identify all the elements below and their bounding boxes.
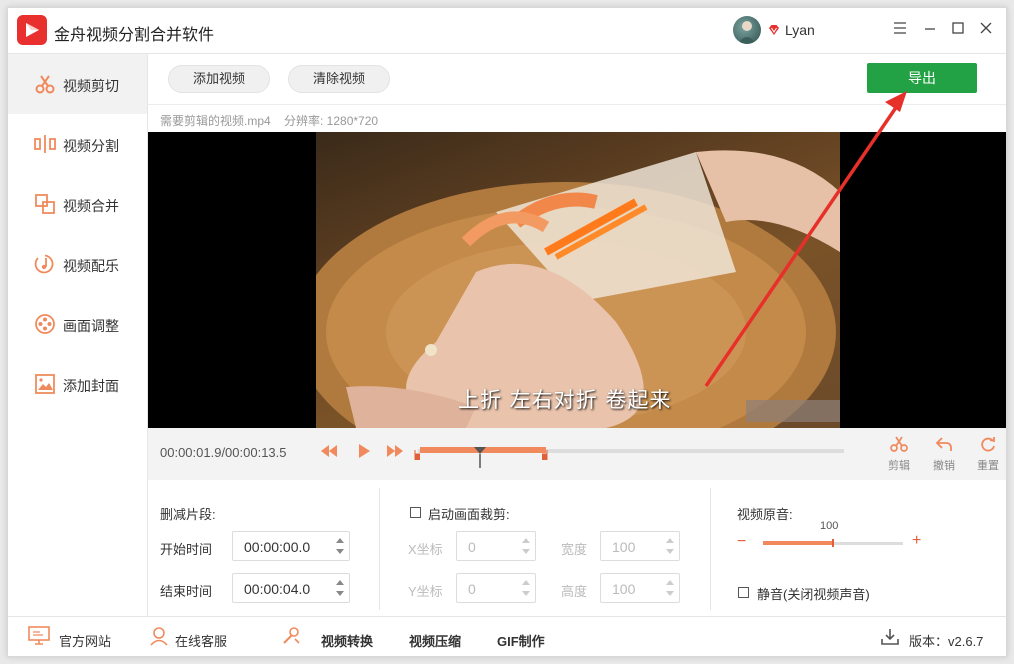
undo-icon xyxy=(935,437,952,451)
footer-bar: 官方网站 在线客服 视频转换 视频压缩 GIF制作 版本：v2.6.7 xyxy=(8,616,1006,656)
fast-forward-icon[interactable] xyxy=(386,442,404,460)
footer-support-link[interactable]: 在线客服 xyxy=(175,631,227,650)
time-display: 00:00:01.9/00:00:13.5 xyxy=(160,445,287,460)
version-label: 版本：v2.6.7 xyxy=(909,634,984,649)
y-coord-label: Y坐标 xyxy=(408,584,443,599)
delete-segment-title: 删减片段: xyxy=(160,507,216,522)
download-icon xyxy=(881,629,899,645)
reset-button[interactable]: 重置 xyxy=(973,436,1003,473)
height-value: 100 xyxy=(612,581,636,597)
volume-increase-button[interactable]: + xyxy=(912,532,921,550)
selection-start-handle[interactable] xyxy=(412,450,420,460)
play-icon[interactable] xyxy=(357,442,371,460)
width-label: 宽度 xyxy=(561,542,588,557)
stepper-arrows-icon[interactable] xyxy=(520,577,532,599)
mute-label[interactable]: 静音(关闭视频声音) xyxy=(757,584,870,603)
x-coord-value: 0 xyxy=(468,539,476,555)
end-time-input[interactable]: 00:00:04.0 xyxy=(232,573,350,603)
start-time-input[interactable]: 00:00:00.0 xyxy=(232,531,350,561)
refresh-icon xyxy=(981,437,995,452)
stepper-arrows-icon[interactable] xyxy=(520,535,532,557)
divider xyxy=(710,488,711,610)
footer-convert-link[interactable]: 视频转换 xyxy=(321,631,373,650)
playhead[interactable] xyxy=(473,446,487,468)
x-coord-label: X坐标 xyxy=(408,542,443,557)
undo-label: 撤销 xyxy=(933,460,955,472)
stepper-arrows-icon[interactable] xyxy=(664,577,676,599)
original-audio-title: 视频原音: xyxy=(737,507,793,522)
cut-tool-button[interactable]: 剪辑 xyxy=(884,436,914,473)
footer-compress-link[interactable]: 视频压缩 xyxy=(409,631,461,650)
selection-end-handle[interactable] xyxy=(542,450,550,460)
stepper-arrows-icon[interactable] xyxy=(664,535,676,557)
customer-service-icon xyxy=(150,627,168,646)
divider xyxy=(379,488,380,610)
monitor-icon xyxy=(28,626,50,645)
stepper-arrows-icon[interactable] xyxy=(334,577,346,599)
x-coord-input[interactable]: 0 xyxy=(456,531,536,561)
crop-enable-checkbox[interactable] xyxy=(410,507,421,518)
start-time-label: 开始时间 xyxy=(160,542,213,557)
reset-label: 重置 xyxy=(977,460,999,472)
y-coord-input[interactable]: 0 xyxy=(456,573,536,603)
crop-enable-label[interactable]: 启动画面裁剪: xyxy=(428,504,510,523)
height-label: 高度 xyxy=(561,584,588,599)
volume-slider-fill xyxy=(763,541,833,545)
volume-value: 100 xyxy=(820,520,839,532)
y-coord-value: 0 xyxy=(468,581,476,597)
footer-gif-link[interactable]: GIF制作 xyxy=(497,631,545,650)
undo-button[interactable]: 撤销 xyxy=(929,436,959,473)
stepper-arrows-icon[interactable] xyxy=(334,535,346,557)
rewind-icon[interactable] xyxy=(320,442,338,460)
height-input[interactable]: 100 xyxy=(600,573,680,603)
volume-decrease-button[interactable]: − xyxy=(737,533,746,551)
timeline-bar: 00:00:01.9/00:00:13.5 剪辑 撤销 重置 xyxy=(148,428,1006,480)
mute-checkbox[interactable] xyxy=(738,587,749,598)
end-time-label: 结束时间 xyxy=(160,584,213,599)
start-time-value: 00:00:00.0 xyxy=(244,539,311,555)
app-window: 金舟视频分割合并软件 Lyan 视频剪切 视频分割 视频合并 视频配乐 画面调整… xyxy=(7,7,1007,657)
scissors-icon xyxy=(890,436,908,452)
footer-website-link[interactable]: 官方网站 xyxy=(59,631,111,650)
cut-tool-label: 剪辑 xyxy=(888,460,910,472)
tools-icon xyxy=(283,627,300,644)
end-time-value: 00:00:04.0 xyxy=(244,581,311,597)
width-value: 100 xyxy=(612,539,636,555)
settings-panels: 删减片段: 开始时间 00:00:00.0 结束时间 00:00:04.0 启动… xyxy=(148,480,1006,616)
width-input[interactable]: 100 xyxy=(600,531,680,561)
volume-slider-handle[interactable] xyxy=(832,539,834,547)
